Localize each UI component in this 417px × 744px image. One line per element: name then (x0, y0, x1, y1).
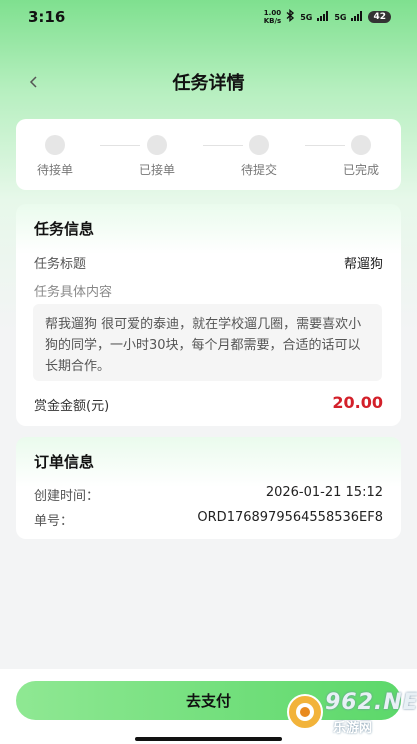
step-label: 待接单 (36, 163, 73, 177)
reward-label: 赏金金额(元) (34, 399, 110, 414)
page-title: 任务详情 (172, 73, 245, 94)
nav-bar: 任务详情 (0, 60, 417, 104)
step-dot (249, 135, 269, 155)
task-title-value: 帮遛狗 (343, 257, 383, 272)
home-indicator (135, 737, 282, 741)
status-icons: 1.00 KB/s 5G 5G 42 (264, 9, 391, 25)
watermark-sub: 乐游网 (333, 721, 373, 736)
task-info-card: 任务信息 任务标题 帮遛狗 任务具体内容 帮我遛狗 很可爱的泰迪，就在学校遛几圈… (16, 204, 401, 426)
step-label: 待提交 (240, 163, 277, 177)
net-speed-unit: KB/s (263, 17, 282, 25)
order-info-title: 订单信息 (34, 453, 95, 471)
status-bar: 3:16 1.00 KB/s 5G 5G 42 (0, 0, 417, 34)
progress-steps-card: 待接单 已接单 待提交 已完成 (16, 119, 401, 190)
chevron-left-icon[interactable] (22, 70, 46, 94)
battery-icon: 42 (368, 11, 391, 23)
step-dot (351, 135, 371, 155)
created-time-label: 创建时间： (34, 489, 100, 504)
task-title-label: 任务标题 (34, 257, 87, 272)
step-pending-accept: 待接单 (20, 135, 90, 178)
order-info-card: 订单信息 创建时间： 2026-01-21 15:12 单号： ORD17689… (16, 437, 401, 539)
order-no-value: ORD1768979564558536EF8 (197, 510, 383, 525)
step-pending-submit: 待提交 (224, 135, 294, 178)
watermark-logo: 962.NET 乐游网 (283, 688, 417, 738)
step-accepted: 已接单 (122, 135, 192, 178)
status-time: 3:16 (28, 8, 66, 26)
step-label: 已完成 (342, 163, 379, 177)
step-label: 已接单 (138, 163, 175, 177)
net-speed-value: 1.00 (263, 9, 282, 17)
step-dot (147, 135, 167, 155)
step-completed: 已完成 (326, 135, 396, 178)
step-dot (45, 135, 65, 155)
net-speed: 1.00 KB/s (264, 9, 281, 25)
bluetooth-icon (286, 9, 295, 25)
task-info-title: 任务信息 (34, 220, 95, 238)
task-desc-text: 帮我遛狗 很可爱的泰迪，就在学校遛几圈，需要喜欢小狗的同学，一小时30块，每个月… (33, 304, 382, 381)
created-time-value: 2026-01-21 15:12 (265, 485, 383, 500)
reward-value: 20.00 (332, 393, 383, 412)
watermark-text: 962.NET (325, 690, 417, 715)
signal-5g-2: 5G (334, 12, 347, 22)
order-no-label: 单号： (34, 514, 74, 529)
signal-5g-1: 5G (300, 12, 313, 22)
signal-bars-icon (317, 10, 329, 24)
watermark-icon (287, 694, 323, 730)
task-desc-label: 任务具体内容 (34, 285, 113, 300)
signal-bars-icon (351, 10, 363, 24)
